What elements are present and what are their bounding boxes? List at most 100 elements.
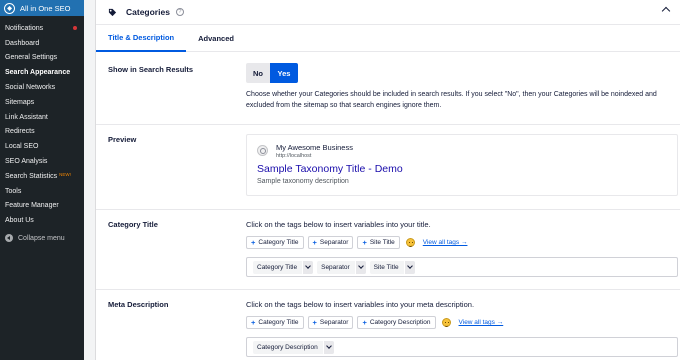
- search-results-toggle: No Yes: [246, 63, 678, 83]
- preview-title: Sample Taxonomy Title - Demo: [257, 163, 403, 175]
- sidebar-item-label: Social Networks: [5, 84, 56, 92]
- tag-label: Category Title: [258, 239, 299, 246]
- sidebar-menu: Notifications Dashboard General Settings…: [0, 16, 84, 228]
- panel-title: Categories: [126, 7, 170, 17]
- tag-label: Category Description: [369, 319, 431, 326]
- preview-site-name: My Awesome Business: [276, 143, 353, 152]
- preview-label: Preview: [108, 135, 137, 144]
- category-title-hint: Click on the tags below to insert variab…: [246, 220, 431, 229]
- meta-description-label: Meta Description: [108, 300, 169, 309]
- sidebar-item-notifications[interactable]: Notifications: [0, 21, 84, 36]
- plus-icon: +: [362, 318, 367, 327]
- panel-header[interactable]: Categories ?: [96, 0, 680, 25]
- sidebar-item-social-networks[interactable]: Social Networks: [0, 80, 84, 95]
- collapse-menu-label: Collapse menu: [18, 234, 65, 242]
- sidebar-item-label: About Us: [5, 217, 34, 225]
- tag-icon: [108, 8, 117, 16]
- plus-icon: +: [251, 318, 256, 327]
- preview-content: My Awesome Business http://localhost Sam…: [246, 134, 678, 196]
- search-results-description: Choose whether your Categories should be…: [246, 91, 657, 109]
- new-badge: NEW!: [59, 171, 71, 177]
- sidebar-item-label: Notifications: [5, 24, 44, 32]
- smiley-icon: [405, 238, 415, 247]
- sidebar-item-label: General Settings: [5, 54, 58, 62]
- yes-button[interactable]: Yes: [270, 63, 298, 83]
- sidebar-item-redirects[interactable]: Redirects: [0, 125, 84, 140]
- sidebar-item-label: Search Appearance: [5, 69, 71, 77]
- chip-label: Category Title: [257, 263, 298, 271]
- insert-site-title-button[interactable]: + Site Title: [357, 236, 400, 249]
- collapse-menu-button[interactable]: Collapse menu: [0, 230, 84, 246]
- preview-row: Preview My Awesome Business http://local…: [96, 125, 680, 210]
- sidebar-item-about-us[interactable]: About Us: [0, 213, 84, 228]
- chevron-down-icon[interactable]: [322, 340, 334, 354]
- sidebar-item-label: SEO Analysis: [5, 158, 48, 166]
- meta-description-input[interactable]: Category Description: [246, 337, 678, 357]
- sidebar-item-label: Link Assistant: [5, 113, 48, 121]
- sidebar-item-seo-analysis[interactable]: SEO Analysis: [0, 154, 84, 169]
- category-title-content: Click on the tags below to insert variab…: [246, 220, 678, 277]
- insert-category-title-button[interactable]: + Category Title: [246, 316, 304, 329]
- sidebar-item-local-seo[interactable]: Local SEO: [0, 139, 84, 154]
- insert-category-title-button[interactable]: + Category Title: [246, 236, 304, 249]
- insert-separator-button[interactable]: + Separator: [307, 316, 354, 329]
- categories-panel: Categories ? Title & Description Advance…: [95, 0, 680, 360]
- plus-icon: +: [251, 238, 256, 247]
- sidebar-item-label: Redirects: [5, 128, 35, 136]
- sidebar-item-general-settings[interactable]: General Settings: [0, 51, 84, 66]
- chevron-down-icon[interactable]: [403, 260, 415, 274]
- tag-chip[interactable]: Separator: [317, 260, 366, 274]
- sidebar-item-dashboard[interactable]: Dashboard: [0, 36, 84, 51]
- preview-description: Sample taxonomy description: [257, 178, 349, 185]
- chevron-down-icon[interactable]: [354, 260, 366, 274]
- chevron-down-icon[interactable]: [302, 260, 314, 274]
- sidebar-item-label: Local SEO: [5, 143, 39, 151]
- tab-title-description[interactable]: Title & Description: [96, 25, 187, 52]
- meta-description-content: Click on the tags below to insert variab…: [246, 300, 678, 357]
- chevron-up-icon[interactable]: [661, 6, 671, 16]
- emoji-picker-button[interactable]: [404, 236, 417, 249]
- sidebar-item-tools[interactable]: Tools: [0, 184, 84, 199]
- sidebar-item-label: Search Statistics: [5, 172, 58, 180]
- help-icon[interactable]: ?: [175, 8, 184, 16]
- insert-category-description-button[interactable]: + Category Description: [357, 316, 436, 329]
- view-all-tags-link[interactable]: View all tags →: [459, 319, 504, 326]
- sidebar-brand[interactable]: ◆ All in One SEO: [0, 0, 84, 16]
- no-button[interactable]: No: [246, 63, 270, 83]
- tag-chip[interactable]: Category Description: [253, 340, 334, 354]
- sidebar-item-search-statistics[interactable]: Search Statistics NEW!: [0, 169, 84, 184]
- tag-chip[interactable]: Category Title: [253, 260, 314, 274]
- category-title-tags: + Category Title + Separator + Site Title V…: [246, 236, 678, 249]
- globe-icon: [257, 145, 268, 156]
- category-title-label: Category Title: [108, 220, 158, 229]
- emoji-picker-button[interactable]: [440, 316, 453, 329]
- tag-label: Separator: [319, 319, 349, 326]
- sidebar-item-label: Dashboard: [5, 39, 40, 47]
- search-results-content: No Yes Choose whether your Categories sh…: [246, 63, 678, 111]
- plus-icon: +: [362, 238, 367, 247]
- tag-chip[interactable]: Site Title: [369, 260, 415, 274]
- smiley-icon: [441, 318, 451, 327]
- sidebar-item-label: Sitemaps: [5, 98, 35, 106]
- sidebar-item-feature-manager[interactable]: Feature Manager: [0, 199, 84, 214]
- meta-description-row: Meta Description Click on the tags below…: [96, 290, 680, 360]
- chip-label: Site Title: [373, 263, 399, 271]
- sidebar-item-link-assistant[interactable]: Link Assistant: [0, 110, 84, 125]
- meta-description-tags: + Category Title + Separator + Category Des…: [246, 316, 678, 329]
- sidebar-item-label: Tools: [5, 187, 22, 195]
- sidebar-item-sitemaps[interactable]: Sitemaps: [0, 95, 84, 110]
- tab-bar: Title & Description Advanced: [96, 25, 680, 52]
- sidebar-item-search-appearance[interactable]: Search Appearance: [0, 65, 84, 80]
- tab-advanced[interactable]: Advanced: [186, 25, 246, 52]
- insert-separator-button[interactable]: + Separator: [307, 236, 354, 249]
- tag-label: Site Title: [369, 239, 395, 246]
- view-all-tags-link[interactable]: View all tags →: [423, 239, 468, 246]
- category-title-input[interactable]: Category Title Separator Site Title: [246, 257, 678, 277]
- category-title-row: Category Title Click on the tags below t…: [96, 210, 680, 290]
- chip-label: Separator: [321, 263, 350, 271]
- search-results-row: Show in Search Results No Yes Choose whe…: [96, 54, 680, 125]
- tag-label: Separator: [319, 239, 349, 246]
- meta-description-hint: Click on the tags below to insert variab…: [246, 300, 475, 309]
- search-results-label: Show in Search Results: [108, 65, 194, 74]
- brand-label: All in One SEO: [20, 3, 71, 13]
